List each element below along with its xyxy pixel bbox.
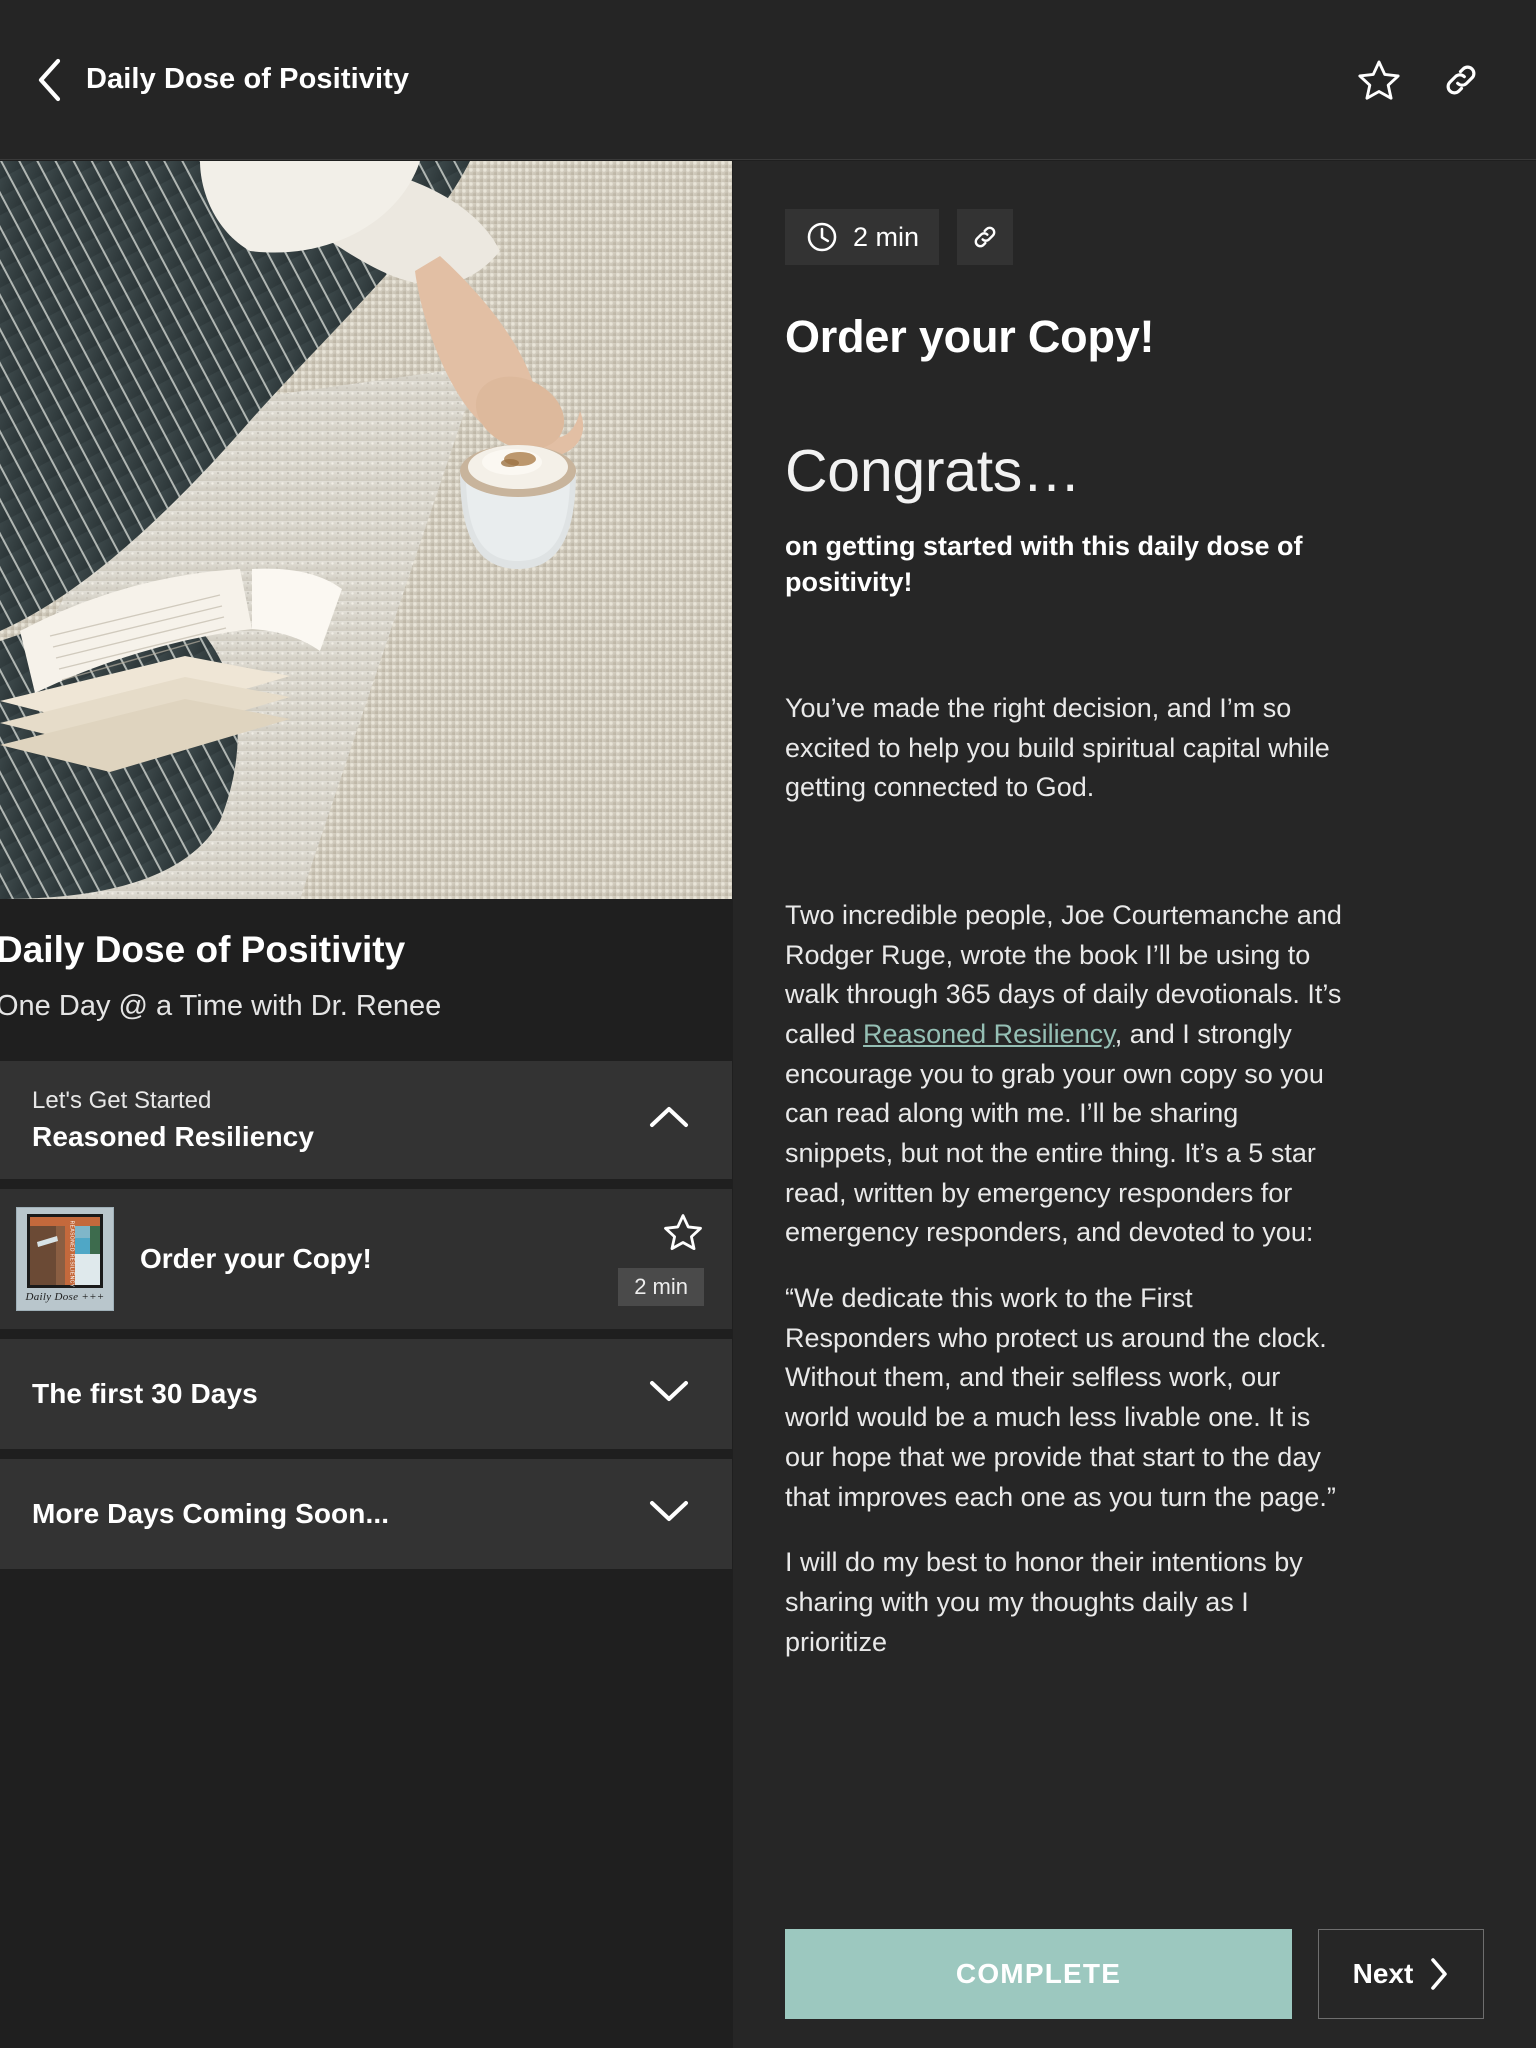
- curriculum-section-header[interactable]: Let's Get Started Reasoned Resiliency: [0, 1061, 732, 1179]
- course-info: Daily Dose of Positivity One Day @ a Tim…: [0, 899, 732, 1023]
- favorite-button[interactable]: [1352, 53, 1406, 107]
- curriculum-section: More Days Coming Soon...: [0, 1458, 732, 1569]
- chevron-down-icon: [648, 1498, 690, 1529]
- paragraph-text-after-link: , and I strongly encourage you to grab y…: [785, 1018, 1324, 1248]
- chevron-down-icon: [648, 1378, 690, 1409]
- next-button[interactable]: Next: [1318, 1929, 1484, 2019]
- lesson-meta-row: 2 min: [785, 209, 1484, 265]
- lesson-body: 2 min Order your Copy! Congrats… on gett…: [733, 161, 1536, 1662]
- back-button[interactable]: [20, 51, 78, 109]
- lesson-lead-text: on getting started with this daily dose …: [785, 531, 1303, 597]
- lesson-paragraph: I will do my best to honor their intenti…: [785, 1547, 1303, 1657]
- course-sidebar: Daily Dose of Positivity One Day @ a Tim…: [0, 161, 732, 2048]
- link-icon: [974, 226, 996, 248]
- lesson-title: Order your Copy!: [140, 1242, 372, 1274]
- app-header: Daily Dose of Positivity: [0, 0, 1536, 160]
- main-content: Daily Dose of Positivity One Day @ a Tim…: [0, 161, 1536, 2048]
- lesson-duration-badge: 2 min: [618, 1268, 704, 1307]
- lesson-duration-text: 2 min: [853, 221, 920, 252]
- curriculum-section: Let's Get Started Reasoned Resiliency: [0, 1060, 732, 1179]
- chevron-up-icon: [648, 1104, 690, 1135]
- course-subtitle: One Day @ a Time with Dr. Renee: [0, 989, 442, 1022]
- lesson-meta: 2 min: [618, 1189, 704, 1329]
- reasoned-resiliency-link[interactable]: Reasoned Resiliency: [863, 1019, 1115, 1049]
- lesson-duration-chip: 2 min: [785, 209, 940, 265]
- clock-icon: [807, 222, 837, 252]
- curriculum-accordion: Let's Get Started Reasoned Resiliency RE…: [0, 1060, 732, 1569]
- lesson-paragraph: Two incredible people, Joe Courtemanche …: [785, 896, 1345, 1253]
- lesson-item[interactable]: REASONED RESILIENCY Daily Dose +++ Order…: [0, 1188, 732, 1329]
- header-actions: [1352, 53, 1536, 107]
- lesson-quote-paragraph: “We dedicate this work to the First Resp…: [785, 1283, 1336, 1512]
- next-button-label: Next: [1352, 1958, 1414, 1989]
- chevron-right-icon: [1431, 1958, 1448, 1990]
- complete-button[interactable]: COMPLETE: [785, 1929, 1292, 2019]
- page-title: Daily Dose of Positivity: [86, 63, 410, 95]
- chevron-left-icon: [38, 58, 61, 101]
- curriculum-section-header[interactable]: More Days Coming Soon...: [0, 1459, 732, 1569]
- curriculum-section-header[interactable]: The first 30 Days: [0, 1339, 732, 1449]
- lesson-footer: COMPLETE Next: [733, 1900, 1536, 2048]
- book-cover-image: REASONED RESILIENCY: [27, 1213, 103, 1288]
- copy-link-button[interactable]: [1434, 53, 1488, 107]
- curriculum-section: The first 30 Days: [0, 1338, 732, 1449]
- star-outline-icon: [1358, 60, 1400, 100]
- lesson-panel: 2 min Order your Copy! Congrats… on gett…: [733, 161, 1536, 2048]
- curriculum-section-title: More Days Coming Soon...: [32, 1497, 390, 1529]
- lesson-congrats-heading: Congrats…: [785, 438, 1081, 504]
- svg-text:REASONED RESILIENCY: REASONED RESILIENCY: [69, 1220, 75, 1287]
- hero-photo: [0, 161, 732, 899]
- lesson-paragraph: You’ve made the right decision, and I’m …: [785, 692, 1330, 803]
- star-outline-icon: [664, 1214, 702, 1251]
- link-icon: [1446, 65, 1476, 94]
- curriculum-section-kicker: Let's Get Started: [32, 1086, 212, 1114]
- curriculum-section-labels: Let's Get Started Reasoned Resiliency: [32, 1087, 314, 1153]
- course-hero-image: [0, 161, 732, 899]
- course-title: Daily Dose of Positivity: [0, 929, 406, 970]
- lesson-thumbnail: REASONED RESILIENCY Daily Dose +++: [16, 1206, 114, 1311]
- lesson-favorite-button[interactable]: [662, 1211, 704, 1258]
- lesson-thumbnail-caption: Daily Dose +++: [25, 1290, 105, 1303]
- lesson-heading: Order your Copy!: [785, 311, 1155, 362]
- curriculum-section-title: Reasoned Resiliency: [32, 1120, 315, 1152]
- curriculum-section-title: The first 30 Days: [32, 1377, 258, 1409]
- lesson-copy-link-button[interactable]: [957, 209, 1014, 265]
